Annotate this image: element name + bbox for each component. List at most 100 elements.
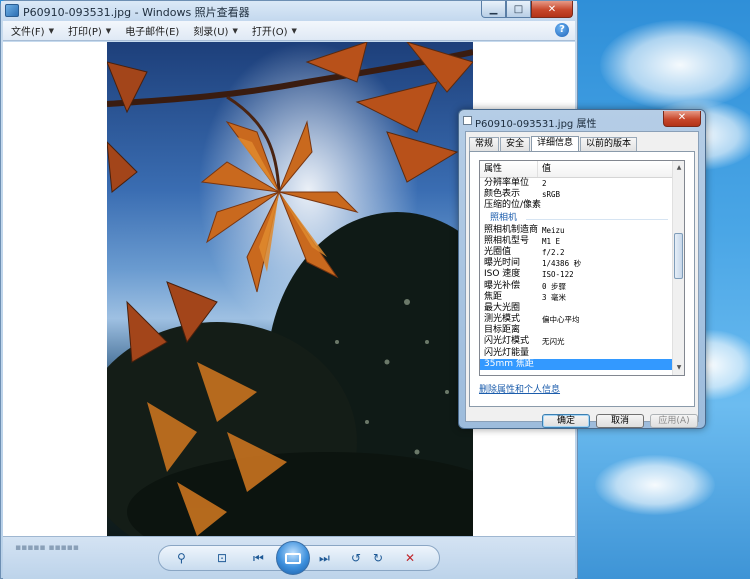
property-value: sRGB — [542, 190, 561, 200]
file-icon — [463, 116, 472, 125]
property-name: 照相机制造商 — [484, 224, 539, 235]
menu-open[interactable]: 打开(O) ▼ — [244, 23, 303, 39]
property-value: 偏中心平均 — [542, 315, 580, 325]
thumbnail-strip: ▪▪▪▪▪ ▪▪▪▪▪ — [15, 543, 79, 553]
previous-icon[interactable]: ⏮ — [253, 551, 264, 566]
tab-security[interactable]: 安全 — [500, 137, 531, 151]
property-name: 光圈值 — [484, 246, 512, 257]
desktop-cloud — [595, 455, 715, 515]
property-row[interactable]: 焦距 3 毫米 — [480, 292, 672, 303]
property-value: 3 毫米 — [542, 292, 567, 302]
dialog-title: P60910-093531.jpg 属性 — [475, 119, 597, 130]
rotate-left-icon[interactable]: ↺ — [351, 551, 361, 565]
fit-window-icon[interactable]: ⊡ — [217, 551, 227, 565]
property-row[interactable]: 最大光圈 — [480, 303, 672, 314]
viewer-bottom-toolbar: ▪▪▪▪▪ ▪▪▪▪▪ ⚲ ⊡ ⏮ ⏭ ↺ ↻ ✕ — [3, 536, 575, 579]
property-row[interactable]: 曝光补偿 0 步骤 — [480, 281, 672, 292]
property-row[interactable]: 闪光灯能量 — [480, 348, 672, 359]
slideshow-button[interactable] — [276, 541, 310, 575]
scroll-thumb[interactable] — [674, 233, 683, 279]
property-row[interactable]: 闪光灯模式 无闪光 — [480, 336, 672, 347]
property-row[interactable]: 照相机型号 M1 E — [480, 236, 672, 247]
property-name: 曝光补偿 — [484, 280, 521, 291]
desktop-cloud — [600, 20, 750, 110]
close-button[interactable]: ✕ — [531, 1, 573, 18]
window-controls: ▁ □ ✕ — [481, 1, 573, 18]
details-panel: 属性 值 分辨率单位 2 颜色表示 sRGB 压缩的位/像素 照相机 照相机制造商 Meizu… — [469, 151, 695, 407]
property-name: 曝光时间 — [484, 258, 521, 269]
chevron-down-icon: ▼ — [291, 26, 297, 35]
help-icon[interactable]: ? — [555, 23, 569, 37]
remove-properties-link[interactable]: 删除属性和个人信息 — [479, 382, 560, 395]
property-rows: 分辨率单位 2 颜色表示 sRGB 压缩的位/像素 照相机 照相机制造商 Meizu 照相机型号… — [480, 178, 672, 370]
property-value: M1 E — [542, 236, 561, 246]
property-value — [538, 200, 672, 211]
dialog-buttons: 确定 取消 应用(A) — [466, 411, 698, 431]
list-header: 属性 值 — [480, 161, 684, 178]
property-name: 闪光灯模式 — [484, 336, 530, 347]
dialog-tabs: 常规 安全 详细信息 以前的版本 — [469, 136, 638, 152]
property-value: 1/4386 秒 — [542, 259, 582, 269]
chevron-down-icon: ▼ — [232, 26, 238, 35]
minimize-button[interactable]: ▁ — [481, 1, 506, 18]
property-row[interactable]: 照相机制造商 Meizu — [480, 225, 672, 236]
properties-dialog: P60910-093531.jpg 属性 ✕ 常规 安全 详细信息 以前的版本 … — [458, 109, 706, 429]
property-value: Meizu — [542, 225, 565, 235]
property-value: 无闪光 — [542, 337, 565, 347]
tab-details[interactable]: 详细信息 — [531, 136, 580, 152]
cancel-button[interactable]: 取消 — [596, 414, 644, 428]
next-icon[interactable]: ⏭ — [319, 551, 330, 566]
property-value: 0 步骤 — [542, 281, 567, 291]
tab-previous-versions[interactable]: 以前的版本 — [580, 137, 638, 151]
playback-controls: ⚲ ⊡ ⏮ ⏭ ↺ ↻ ✕ — [158, 541, 440, 575]
property-value — [538, 303, 672, 314]
delete-icon[interactable]: ✕ — [405, 551, 415, 565]
scroll-up-icon[interactable]: ▲ — [674, 163, 684, 173]
column-header-property[interactable]: 属性 — [480, 161, 538, 177]
apply-button[interactable]: 应用(A) — [650, 414, 698, 428]
chevron-down-icon: ▼ — [48, 26, 54, 35]
photo-viewer-app-icon — [5, 4, 19, 17]
viewer-title: P60910-093531.jpg - Windows 照片查看器 — [23, 6, 250, 19]
zoom-icon[interactable]: ⚲ — [177, 551, 186, 565]
property-name: 焦距 — [484, 291, 503, 302]
property-row[interactable]: 曝光时间 1/4386 秒 — [480, 258, 672, 269]
property-row[interactable]: 目标距离 — [480, 325, 672, 336]
property-name: 分辨率单位 — [484, 178, 530, 188]
property-value: 2 — [542, 179, 547, 188]
ok-button[interactable]: 确定 — [542, 414, 590, 428]
property-name: 最大光圈 — [484, 302, 521, 313]
property-row[interactable]: 颜色表示 sRGB — [480, 189, 672, 200]
menu-file[interactable]: 文件(F) ▼ — [3, 23, 60, 39]
property-row[interactable]: 分辨率单位 2 — [480, 178, 672, 189]
section-header: 照相机 — [480, 212, 672, 225]
property-row[interactable]: ISO 速度 ISO-122 — [480, 269, 672, 280]
property-row[interactable]: 光圈值 f/2.2 — [480, 247, 672, 258]
properties-list[interactable]: 属性 值 分辨率单位 2 颜色表示 sRGB 压缩的位/像素 照相机 照相机制造商 Meizu… — [479, 160, 685, 376]
property-row[interactable]: 压缩的位/像素 — [480, 200, 672, 211]
dialog-body: 常规 安全 详细信息 以前的版本 属性 值 分辨率单位 2 颜色表示 sRGB 压缩的位… — [465, 131, 699, 428]
photo-leaves-illustration — [107, 42, 473, 536]
menu-print[interactable]: 打印(P) ▼ — [60, 23, 117, 39]
property-name: 测光模式 — [484, 314, 521, 325]
viewer-titlebar[interactable]: P60910-093531.jpg - Windows 照片查看器 ▁ □ ✕ — [1, 1, 577, 21]
scroll-down-icon[interactable]: ▼ — [674, 363, 684, 373]
rotate-right-icon[interactable]: ↻ — [373, 551, 383, 565]
column-header-value[interactable]: 值 — [538, 161, 684, 177]
dialog-close-button[interactable]: ✕ — [663, 111, 701, 127]
property-row[interactable]: 测光模式 偏中心平均 — [480, 314, 672, 325]
property-row-selected[interactable]: 35mm 焦距 — [480, 358, 672, 370]
property-value — [538, 348, 672, 359]
property-name: ISO 速度 — [484, 269, 521, 280]
list-scrollbar[interactable]: ▲ ▼ — [672, 161, 684, 375]
property-value — [538, 325, 672, 336]
property-value — [538, 359, 672, 370]
property-value: f/2.2 — [542, 247, 565, 257]
menu-burn[interactable]: 刻录(U) ▼ — [185, 23, 244, 39]
menu-email[interactable]: 电子邮件(E) — [117, 23, 185, 38]
property-name: 目标距离 — [484, 325, 521, 336]
tab-general[interactable]: 常规 — [469, 137, 500, 151]
viewer-menubar: 文件(F) ▼ 打印(P) ▼ 电子邮件(E) 刻录(U) ▼ 打开(O) ▼ ? — [3, 21, 575, 41]
maximize-button[interactable]: □ — [506, 1, 531, 18]
slideshow-icon — [285, 552, 301, 564]
